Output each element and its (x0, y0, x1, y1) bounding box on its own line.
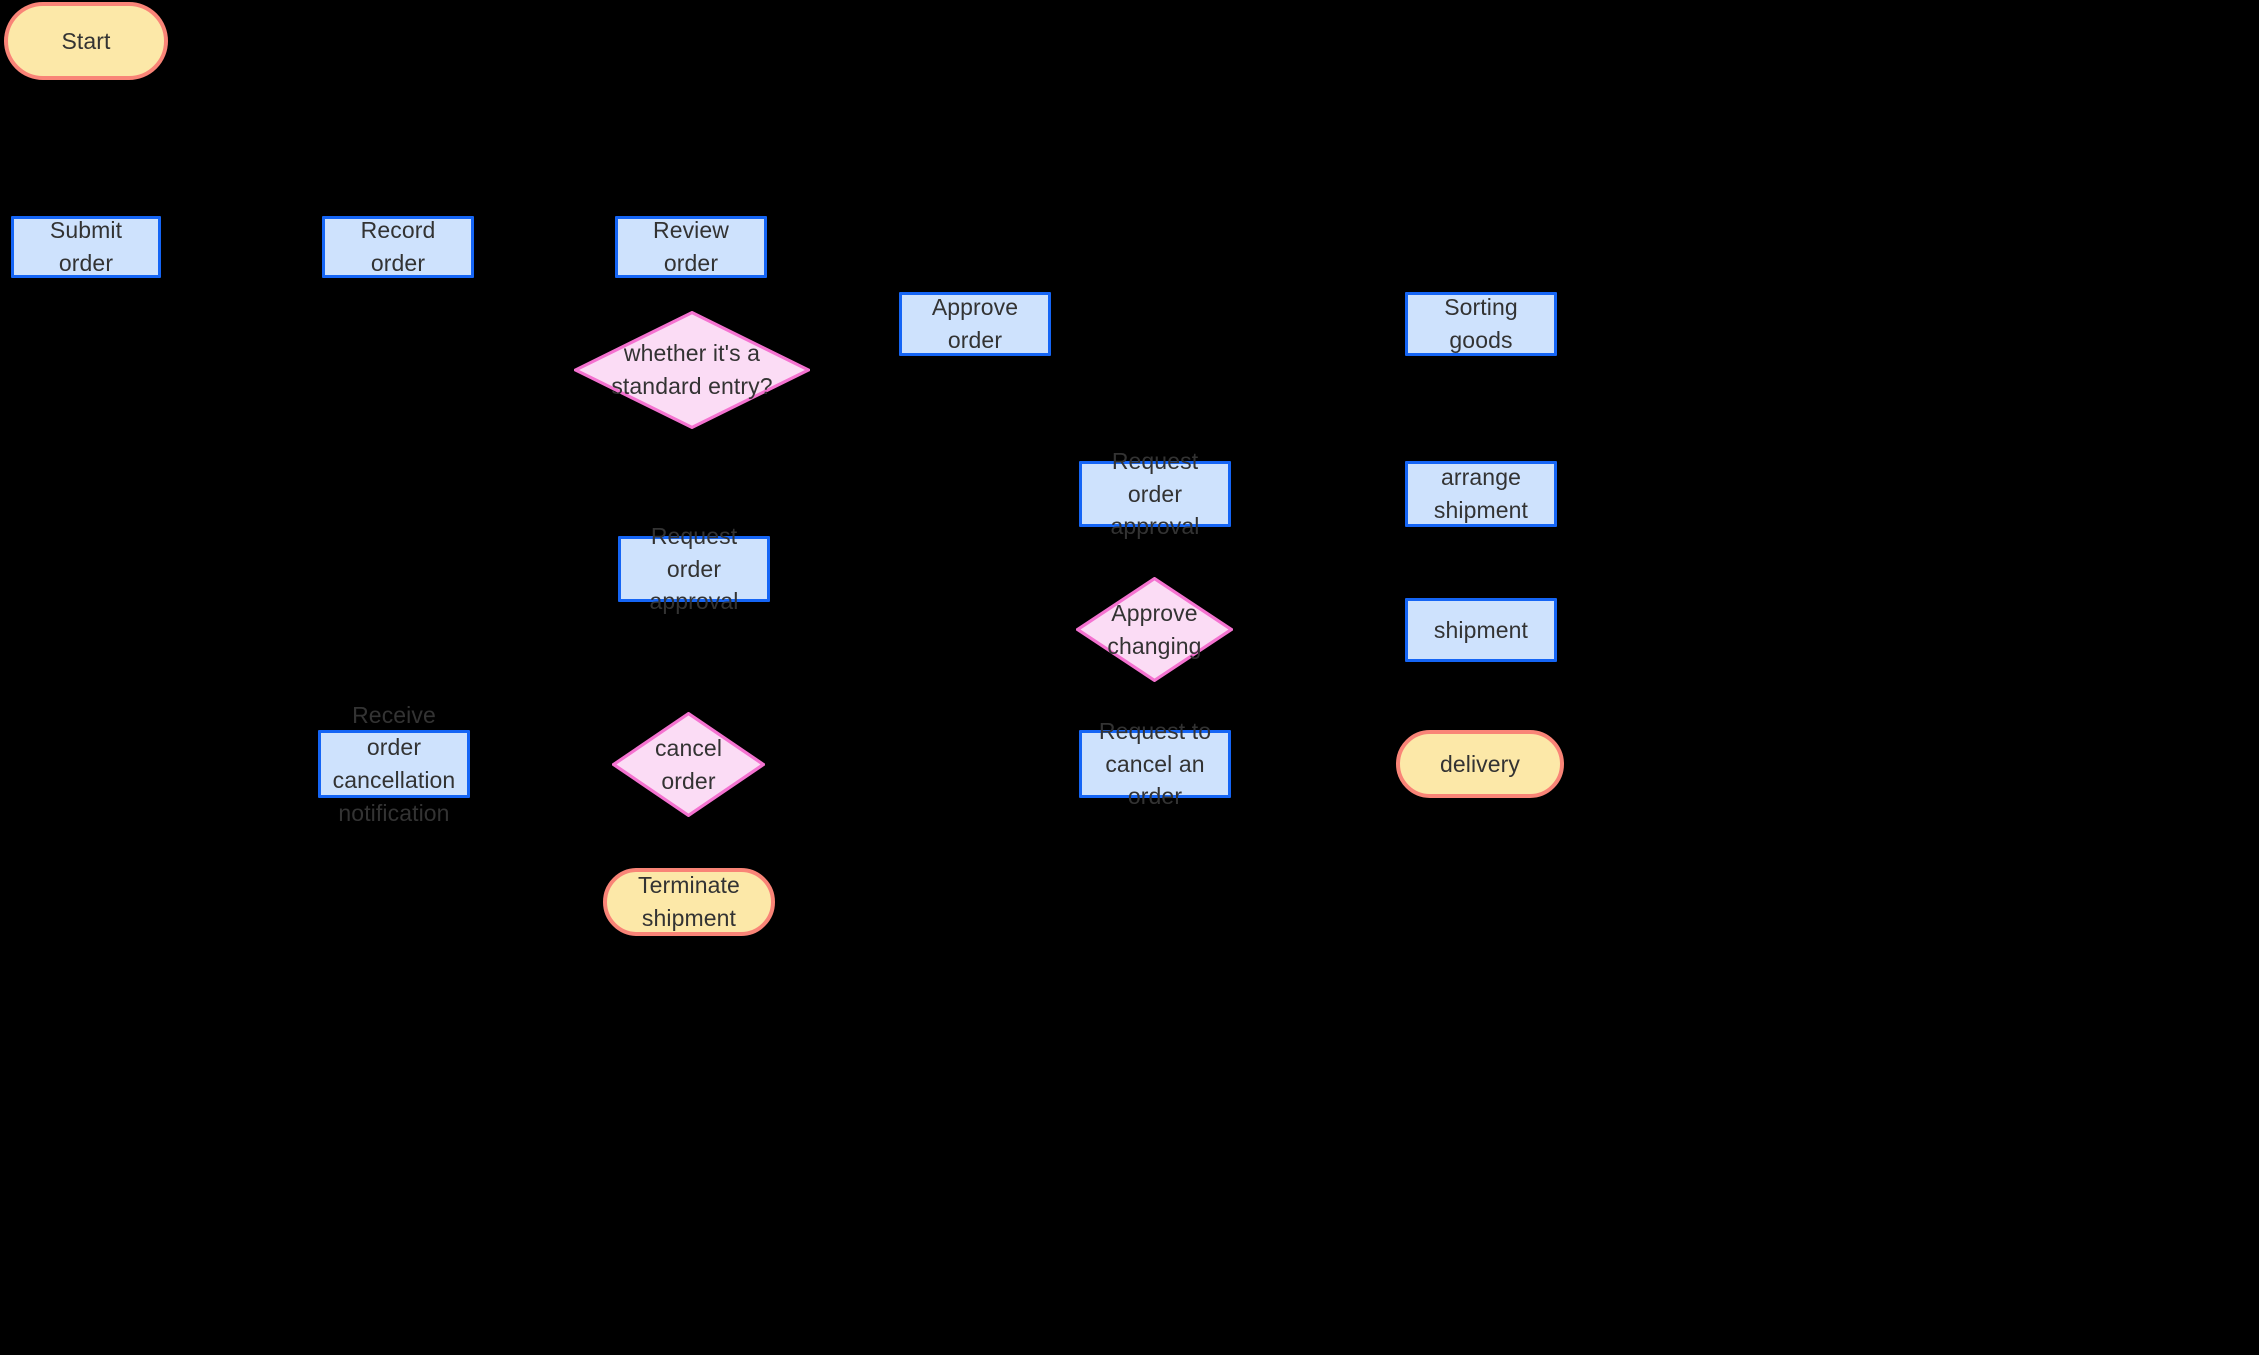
node-label-receive-order-cancellation-notification: Receive order cancellation notification (332, 701, 456, 826)
node-record-order[interactable]: Record order (322, 216, 474, 278)
node-label-review-order: Review order (652, 217, 729, 276)
node-approve-changing[interactable]: Approve changing (1076, 577, 1233, 682)
node-label-approve-order: Approve order (931, 294, 1019, 353)
node-request-order-approval-center[interactable]: Request order approval (618, 523, 770, 614)
flowchart-canvas: Start Submit order Record order Review orde… (0, 0, 2259, 1355)
node-terminate-shipment[interactable]: Terminate shipment (603, 868, 775, 936)
node-review-order[interactable]: Review order (615, 216, 767, 278)
node-label-submit-order: Submit order (49, 217, 123, 276)
node-request-to-cancel-an-order[interactable]: Request to cancel an order (1079, 718, 1231, 809)
node-request-order-approval-right[interactable]: Request order approval (1079, 448, 1231, 539)
node-whether-standard-entry[interactable]: whether it's a standard entry? (574, 311, 810, 429)
node-approve-order[interactable]: Approve order (899, 292, 1051, 356)
node-shipment[interactable]: shipment (1405, 598, 1557, 662)
node-receive-order-cancellation-notification[interactable]: Receive order cancellation notification (318, 702, 470, 826)
node-label-sorting-goods: Sorting goods (1444, 294, 1518, 353)
node-label-record-order: Record order (360, 217, 436, 276)
node-sorting-goods[interactable]: Sorting goods (1405, 292, 1557, 356)
node-start[interactable]: Start (4, 2, 168, 80)
node-cancel-order[interactable]: cancel order (612, 712, 765, 817)
node-label-delivery: delivery (1439, 750, 1521, 777)
node-label-shipment: shipment (1433, 616, 1529, 643)
node-label-arrange-shipment: arrange shipment (1433, 464, 1529, 523)
node-submit-order[interactable]: Submit order (11, 216, 161, 278)
node-label-start: Start (61, 27, 111, 54)
node-label-request-order-approval-center: Request order approval (649, 523, 739, 615)
node-label-request-order-approval-right: Request order approval (1110, 448, 1200, 540)
node-label-request-to-cancel-an-order: Request to cancel an order (1098, 718, 1212, 810)
node-delivery[interactable]: delivery (1396, 730, 1564, 798)
node-arrange-shipment[interactable]: arrange shipment (1405, 461, 1557, 527)
node-label-approve-changing: Approve changing (1107, 599, 1202, 659)
node-label-terminate-shipment: Terminate shipment (638, 872, 740, 931)
node-label-whether-standard-entry: whether it's a standard entry? (611, 340, 773, 399)
node-label-cancel-order: cancel order (654, 734, 723, 794)
